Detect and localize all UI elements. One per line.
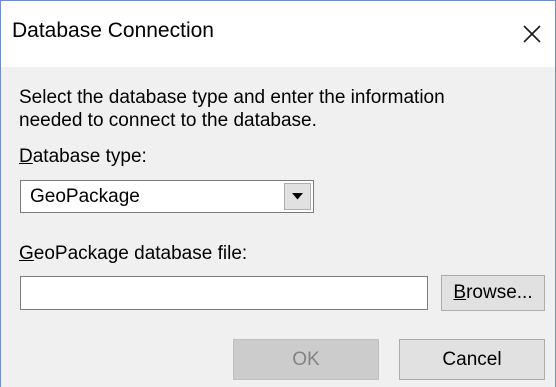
geopackage-file-label-text: eoPackage database file: — [33, 243, 248, 264]
ok-button[interactable]: OK — [233, 339, 379, 380]
description-line-2: needed to connect to the database. — [19, 110, 317, 131]
geopackage-file-label-mnemonic: G — [19, 243, 34, 264]
database-type-select[interactable]: GeoPackage — [20, 180, 314, 213]
close-icon — [523, 25, 541, 43]
geopackage-file-label: GeoPackage database file: — [19, 243, 247, 265]
window-title: Database Connection — [12, 19, 214, 42]
cancel-button[interactable]: Cancel — [399, 339, 545, 380]
close-button[interactable] — [509, 1, 555, 67]
dialog-body: Select the database type and enter the i… — [1, 67, 555, 387]
database-type-label: Database type: — [19, 146, 147, 168]
database-connection-dialog: Database Connection Select the database … — [0, 0, 556, 387]
description-line-1: Select the database type and enter the i… — [19, 87, 445, 108]
database-type-selected-value: GeoPackage — [30, 186, 140, 207]
geopackage-file-input[interactable] — [20, 276, 428, 310]
browse-button-mnemonic: B — [453, 282, 467, 303]
browse-button[interactable]: Browse... — [441, 275, 545, 311]
database-type-dropdown-button[interactable] — [284, 183, 311, 210]
browse-button-label: rowse... — [466, 282, 533, 303]
title-bar[interactable]: Database Connection — [1, 1, 555, 67]
cancel-button-label: Cancel — [442, 348, 502, 370]
ok-button-label: OK — [292, 348, 320, 370]
chevron-down-icon — [292, 193, 303, 200]
database-type-label-mnemonic: D — [19, 146, 33, 167]
database-type-label-text: atabase type: — [32, 146, 147, 167]
